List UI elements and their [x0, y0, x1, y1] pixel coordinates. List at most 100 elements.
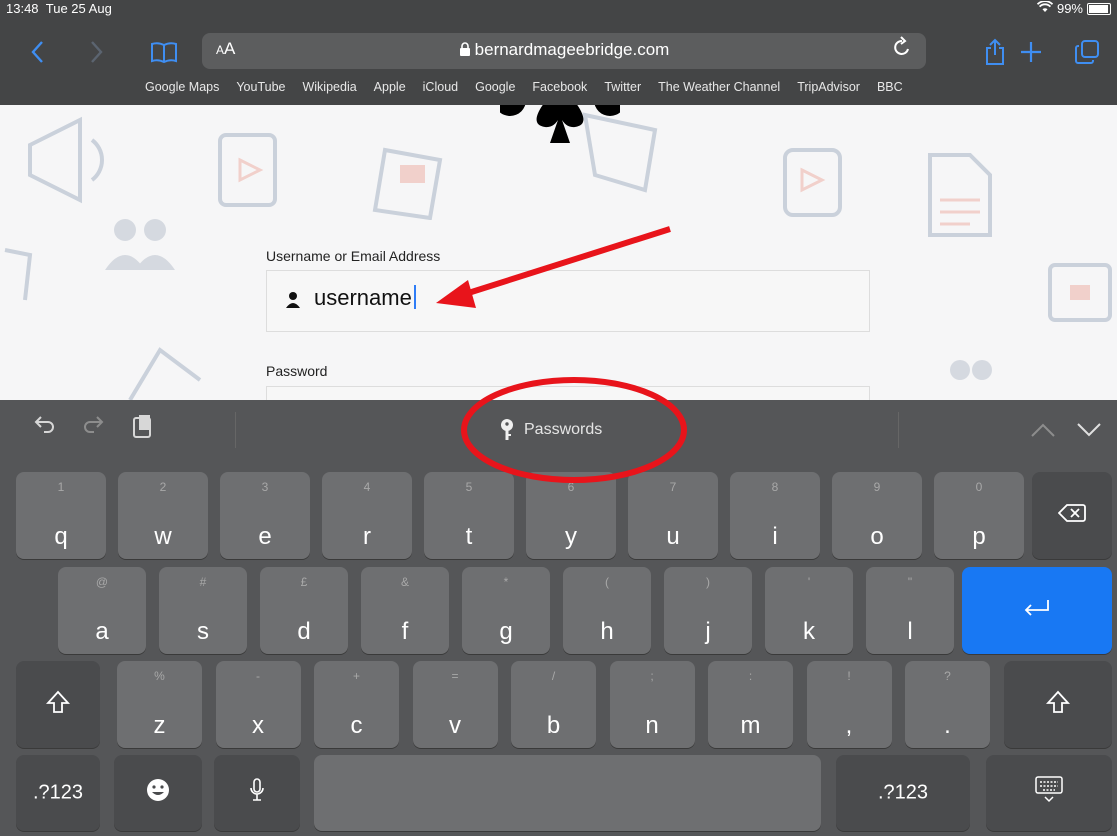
key-secondary-label: ' — [807, 575, 811, 589]
key-icon — [501, 419, 513, 440]
key-r[interactable]: 4r — [322, 472, 412, 559]
key-label: .?123 — [877, 781, 929, 804]
back-button[interactable] — [30, 37, 44, 67]
bar-divider — [235, 412, 236, 448]
key-d[interactable]: £ d — [260, 567, 348, 654]
shift-icon — [1045, 690, 1071, 713]
passwords-button[interactable]: Passwords — [500, 419, 602, 441]
backspace-key[interactable] — [1032, 472, 1112, 559]
key-label: z — [153, 712, 166, 739]
key-m[interactable]: :m — [708, 661, 793, 748]
bookmark-link[interactable]: TripAdvisor — [797, 80, 860, 102]
return-icon — [1024, 599, 1049, 616]
key-secondary-label: + — [352, 669, 360, 683]
bookmark-link[interactable]: Twitter — [604, 80, 641, 102]
key-y[interactable]: 6y — [526, 472, 616, 559]
key-h[interactable]: (h — [563, 567, 651, 654]
book-icon — [151, 42, 177, 63]
key-g[interactable]: * g — [462, 567, 550, 654]
key-secondary-label: ) — [706, 575, 710, 589]
key-w[interactable]: 2w — [118, 472, 208, 559]
key-secondary-label: 3 — [261, 480, 269, 494]
paste-button[interactable] — [132, 414, 154, 444]
key-u[interactable]: 7u — [628, 472, 718, 559]
bookmark-link[interactable]: The Weather Channel — [658, 80, 780, 102]
forward-button[interactable] — [90, 37, 104, 67]
bookmark-link[interactable]: Facebook — [532, 80, 587, 102]
key-j[interactable]: ) j — [664, 567, 752, 654]
key-o[interactable]: 9o — [832, 472, 922, 559]
key-l[interactable]: " l — [866, 567, 954, 654]
key-label: l — [907, 618, 913, 645]
key-secondary-label: 4 — [363, 480, 371, 494]
bookmark-link[interactable]: Wikipedia — [302, 80, 356, 102]
return-key[interactable] — [962, 567, 1112, 654]
key-label: w — [154, 523, 172, 550]
plus-icon — [1021, 42, 1041, 62]
key-b[interactable]: / b — [511, 661, 596, 748]
address-bar[interactable]: AA bernardmageebridge.com — [202, 33, 926, 69]
key-a[interactable]: @ a — [58, 567, 146, 654]
megaphone-icon — [28, 116, 104, 204]
key-s[interactable]: # s — [159, 567, 247, 654]
numbers-key-left[interactable]: .?123 — [16, 755, 100, 831]
key-secondary-label: ; — [650, 669, 654, 683]
bookmarks-button[interactable] — [150, 37, 178, 67]
key-c[interactable]: + c — [314, 661, 399, 748]
lock-icon — [459, 42, 470, 56]
numbers-key-right[interactable]: .?123 — [836, 755, 970, 831]
url-text: bernardmageebridge.com — [202, 40, 926, 60]
emoji-icon — [147, 779, 169, 801]
new-tab-button[interactable] — [1020, 37, 1042, 67]
key-label: i — [772, 523, 778, 550]
undo-icon — [34, 416, 54, 433]
bookmark-link[interactable]: Google — [475, 80, 515, 102]
space-key[interactable] — [314, 755, 821, 831]
key-e[interactable]: 3e — [220, 472, 310, 559]
undo-button[interactable] — [34, 414, 56, 440]
key-label: , — [845, 712, 853, 739]
username-input: username — [314, 285, 416, 311]
bookmark-link[interactable]: BBC — [877, 80, 903, 102]
bookmark-link[interactable]: YouTube — [236, 80, 285, 102]
megaphone-icon — [128, 347, 202, 400]
key-i[interactable]: 8i — [730, 472, 820, 559]
key-f[interactable]: & f — [361, 567, 449, 654]
bookmark-link[interactable]: Apple — [374, 80, 406, 102]
hide-keyboard-key[interactable] — [986, 755, 1112, 831]
key-q[interactable]: 1q — [16, 472, 106, 559]
key-secondary-label: 5 — [465, 480, 473, 494]
key-comma[interactable]: !, — [806, 661, 892, 748]
key-secondary-label: 7 — [669, 480, 677, 494]
key-z[interactable]: % z — [117, 661, 202, 748]
key-x[interactable]: -x — [215, 661, 301, 748]
web-page: Username or Email Address username Passw… — [0, 105, 1117, 400]
share-button[interactable] — [984, 37, 1006, 67]
key-label: u — [666, 523, 680, 550]
username-field[interactable]: username — [266, 270, 870, 332]
previous-field-button[interactable] — [1030, 418, 1056, 444]
key-v[interactable]: = v — [412, 661, 498, 748]
redo-button[interactable] — [82, 414, 104, 440]
bookmark-link[interactable]: iCloud — [423, 80, 458, 102]
password-field[interactable] — [266, 386, 870, 400]
status-time: 13:48 Tue 25 Aug — [6, 1, 112, 16]
emoji-key[interactable] — [114, 755, 202, 831]
key-k[interactable]: ' k — [765, 567, 853, 654]
bookmark-link[interactable]: Google Maps — [145, 80, 219, 102]
keyboard-hide-icon — [1035, 776, 1063, 803]
key-label: p — [972, 523, 986, 550]
key-t[interactable]: 5t — [424, 472, 514, 559]
next-field-button[interactable] — [1076, 418, 1102, 444]
browser-chrome: 13:48 Tue 25 Aug 99% AA bernardmageebrid… — [0, 0, 1117, 105]
dictation-key[interactable] — [214, 755, 300, 831]
reload-button[interactable] — [892, 36, 912, 64]
tabs-button[interactable] — [1075, 37, 1099, 67]
shift-key-right[interactable] — [1004, 661, 1112, 748]
onscreen-keyboard: Passwords 1 q 2 w 3 e 4 r 5 t 6 y 7 u 8 i 9 o 0 p @ a # s £ d & f * g… — [0, 400, 1117, 836]
shift-key-left[interactable] — [16, 661, 100, 748]
key-n[interactable]: ; n — [609, 661, 695, 748]
passwords-label: Passwords — [524, 421, 603, 438]
key-period[interactable]: ?. — [905, 661, 990, 748]
key-p[interactable]: 0p — [934, 472, 1024, 559]
